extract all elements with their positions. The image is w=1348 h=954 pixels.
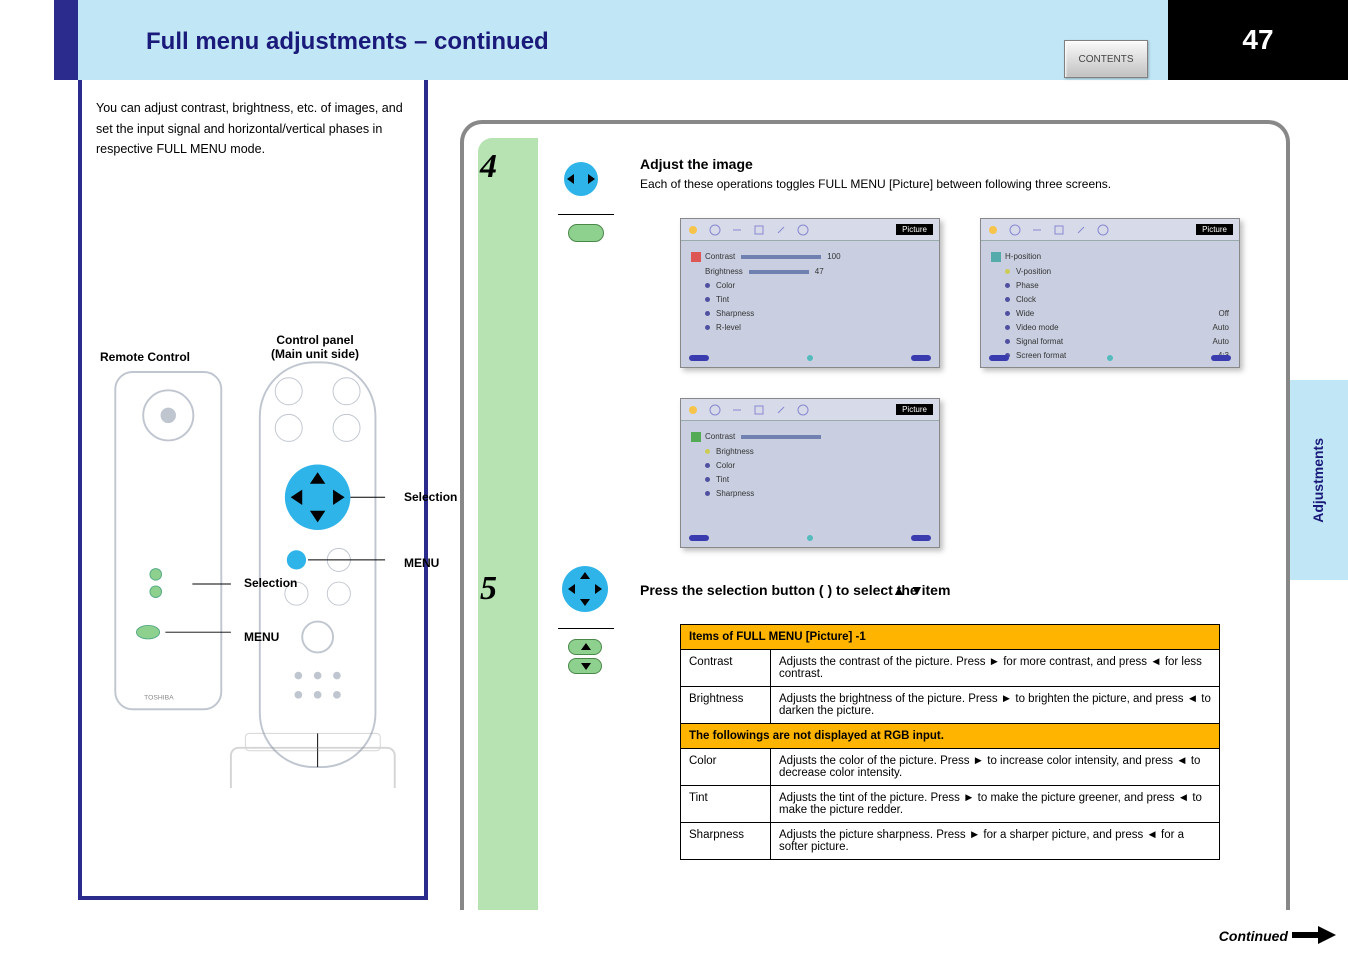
osd-picture-2: Picture H-position V-position Phase Cloc… <box>980 218 1240 368</box>
dpad-icon <box>564 162 598 201</box>
right-panel: 4 Adjust the image Each of these operati… <box>460 120 1290 910</box>
sun-icon <box>687 224 699 236</box>
clock-icon <box>709 224 721 236</box>
row-sharpness-label: Sharpness <box>681 823 771 860</box>
green-strip <box>478 138 538 910</box>
side-tab-label: Adjustments <box>1310 438 1326 523</box>
continued-label: Continued <box>1219 928 1288 944</box>
row-color-desc: Adjusts the color of the picture. Press … <box>771 749 1220 786</box>
remote-svg: TOSHIBA <box>96 168 414 788</box>
down-triangle-icon: ▼ <box>910 582 924 598</box>
step-number-4: 4 <box>480 148 497 186</box>
left-column: You can adjust contrast, brightness, etc… <box>78 80 428 900</box>
menu-button-icon <box>568 224 604 242</box>
step5-title: Press the selection button ( ) to select… <box>640 582 950 598</box>
menu-pill-icon <box>568 224 604 247</box>
content-area: 4 Adjust the image Each of these operati… <box>550 138 1270 910</box>
osd-picture-3: Picture Contrast Brightness Color Tint S… <box>680 398 940 548</box>
topbar: Full menu adjustments – continued CONTEN… <box>54 0 1348 80</box>
table-header-1: Items of FULL MENU [Picture] -1 <box>681 625 1220 650</box>
row-tint-label: Tint <box>681 786 771 823</box>
intro-text: You can adjust contrast, brightness, etc… <box>96 98 414 160</box>
row-brightness-label: Brightness <box>681 687 771 724</box>
up-triangle-icon: ▲ <box>892 582 906 598</box>
table-header-2: The followings are not displayed at RGB … <box>681 724 1220 749</box>
step4-title: Adjust the image <box>640 156 1111 172</box>
row-contrast-label: Contrast <box>681 650 771 687</box>
selection-button-full-icon <box>562 566 608 612</box>
row-color-label: Color <box>681 749 771 786</box>
label-menu-1: MENU <box>244 630 279 644</box>
adjustment-table: Items of FULL MENU [Picture] -1 Contrast… <box>680 624 1220 860</box>
label-selection-1: Selection <box>244 576 297 590</box>
row-sharpness-desc: Adjusts the picture sharpness. Press ► f… <box>771 823 1220 860</box>
globe-icon <box>797 224 809 236</box>
label-selection-2: Selection <box>404 490 457 504</box>
selection-button-icon <box>564 162 598 196</box>
svg-text:TOSHIBA: TOSHIBA <box>144 695 174 702</box>
arrow-icon <box>731 224 743 236</box>
step-number-5: 5 <box>480 570 497 608</box>
full-dpad-icon <box>562 566 608 617</box>
wrench-icon <box>775 224 787 236</box>
contents-button[interactable]: CONTENTS <box>1064 40 1148 78</box>
side-tab-adjustments[interactable]: Adjustments <box>1288 380 1348 580</box>
osd-label: Picture <box>896 224 933 235</box>
down-button-icon <box>568 658 602 674</box>
label-menu-2: MENU <box>404 556 439 570</box>
pill-arrows-icon <box>568 636 602 677</box>
label-remote-control: Remote Control <box>100 350 190 364</box>
topbar-accent <box>54 0 78 80</box>
row-contrast-desc: Adjusts the contrast of the picture. Pre… <box>771 650 1220 687</box>
osd-picture-1: Picture Contrast100 Brightness47 Color T… <box>680 218 940 368</box>
shield-icon <box>753 224 765 236</box>
remote-diagram: TOSHIBA <box>96 168 414 788</box>
row-tint-desc: Adjusts the tint of the picture. Press ►… <box>771 786 1220 823</box>
step4-text: Each of these operations toggles FULL ME… <box>640 176 1111 193</box>
label-control-panel: Control panel (Main unit side) <box>271 333 359 361</box>
continued-arrow-icon <box>1292 924 1336 946</box>
page-title: Full menu adjustments – continued <box>146 28 549 56</box>
page-number: 47 <box>1168 0 1348 80</box>
up-button-icon <box>568 639 602 655</box>
right-column: 4 Adjust the image Each of these operati… <box>460 120 1290 910</box>
row-brightness-desc: Adjusts the brightness of the picture. P… <box>771 687 1220 724</box>
